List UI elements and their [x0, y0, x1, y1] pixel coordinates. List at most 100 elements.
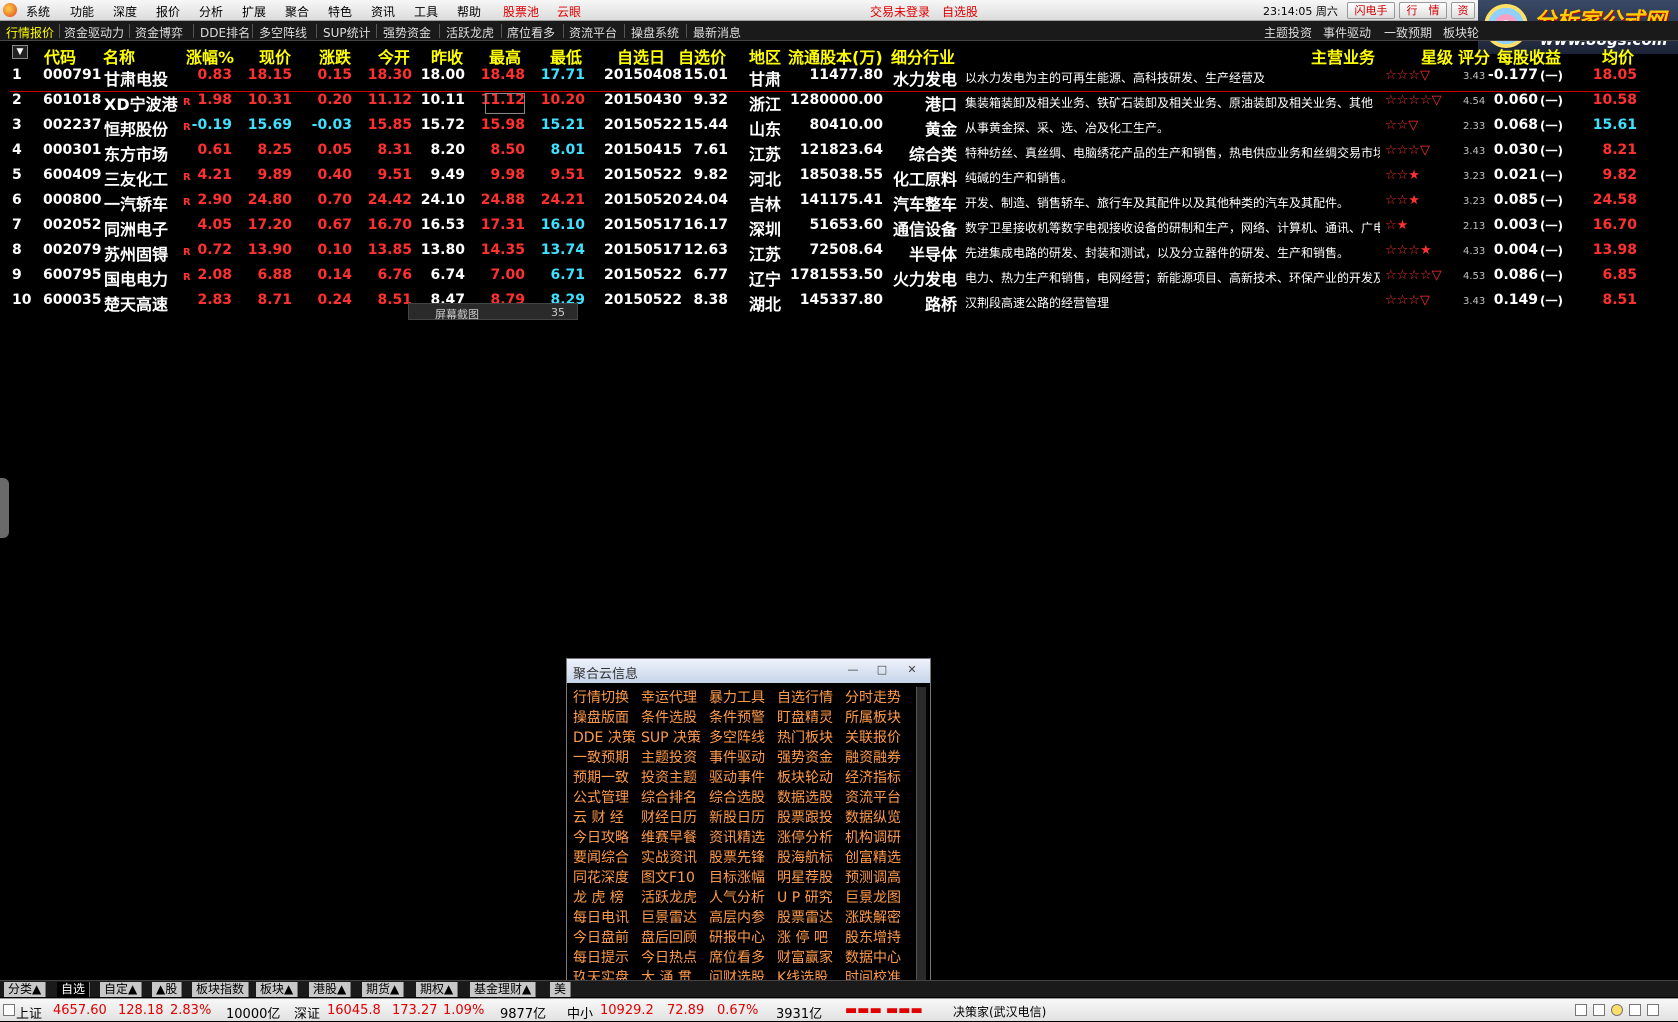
col-region[interactable]: 地区 — [749, 44, 781, 68]
popup-scrollbar[interactable] — [916, 687, 926, 987]
popup-item[interactable]: 今日盘前 — [573, 927, 629, 947]
popup-item[interactable]: 热门板块 — [777, 727, 833, 747]
popup-item[interactable]: 盯盘精灵 — [777, 707, 833, 727]
popup-item[interactable]: 多空阵线 — [709, 727, 765, 747]
login-status[interactable]: 交易未登录 — [870, 3, 930, 20]
btab-options[interactable]: 期权▲ — [416, 982, 459, 997]
popup-item[interactable]: 股票雷达 — [777, 907, 833, 927]
col-chg[interactable]: 涨跌 — [319, 44, 351, 68]
popup-item[interactable]: 股海航标 — [777, 847, 833, 867]
menu-aggregate[interactable]: 聚合 — [285, 3, 309, 20]
quote-button[interactable]: 行 情 — [1399, 2, 1447, 19]
popup-item[interactable]: 资流平台 — [845, 787, 901, 807]
popup-item[interactable]: 财经日历 — [641, 807, 697, 827]
popup-item[interactable]: 研报中心 — [709, 927, 765, 947]
popup-item[interactable]: 板块轮动 — [777, 767, 833, 787]
popup-item[interactable]: 条件选股 — [641, 707, 697, 727]
btab-sector-index[interactable]: 板块指数 — [192, 982, 250, 997]
btab-sector[interactable]: 板块▲ — [256, 982, 299, 997]
popup-item[interactable]: 关联报价 — [845, 727, 901, 747]
tab-consensus[interactable]: 一致预期 — [1384, 24, 1432, 41]
tab-quote[interactable]: 行情报价 — [6, 24, 54, 41]
col-sel-price[interactable]: 自选价 — [678, 44, 726, 68]
menu-tools[interactable]: 工具 — [414, 3, 438, 20]
col-code[interactable]: 代码 — [44, 44, 76, 68]
tab-fund-game[interactable]: 资金博弈 — [135, 24, 183, 41]
window-icon[interactable] — [1593, 1004, 1605, 1016]
tab-fund-flow[interactable]: 资流平台 — [569, 24, 617, 41]
tab-event-drive[interactable]: 事件驱动 — [1323, 24, 1371, 41]
col-name[interactable]: 名称 — [103, 44, 135, 68]
eps-trend-icon[interactable]: (一) — [1540, 92, 1563, 109]
col-avg[interactable]: 均价 — [1602, 44, 1634, 68]
asset-button[interactable]: 资 — [1451, 2, 1475, 19]
selected-cell[interactable] — [485, 93, 525, 114]
popup-item[interactable]: 同花深度 — [573, 867, 629, 887]
popup-item[interactable]: 融资融券 — [845, 747, 901, 767]
popup-item[interactable]: 股票先锋 — [709, 847, 765, 867]
popup-item[interactable]: 预期一致 — [573, 767, 629, 787]
watchlist-link[interactable]: 自选股 — [942, 3, 978, 20]
alert-icon[interactable] — [1611, 1004, 1623, 1016]
col-score[interactable]: 评分 — [1458, 44, 1490, 68]
col-float-shares[interactable]: 流通股本(万) — [788, 44, 883, 68]
flash-trade-button[interactable]: 闪电手 — [1347, 2, 1395, 19]
popup-item[interactable]: 活跃龙虎 — [641, 887, 697, 907]
popup-item[interactable]: 目标涨幅 — [709, 867, 765, 887]
btab-us[interactable]: 美 — [550, 982, 572, 997]
menu-extend[interactable]: 扩展 — [242, 3, 266, 20]
popup-item[interactable]: 维赛早餐 — [641, 827, 697, 847]
popup-item[interactable]: 一致预期 — [573, 747, 629, 767]
tab-strong-fund[interactable]: 强势资金 — [383, 24, 431, 41]
popup-titlebar[interactable]: 聚合云信息 — □ ✕ — [567, 659, 930, 683]
popup-item[interactable]: U P 研究 — [777, 887, 833, 907]
menu-feature[interactable]: 特色 — [328, 3, 352, 20]
popup-item[interactable]: 公式管理 — [573, 787, 629, 807]
col-industry[interactable]: 细分行业 — [891, 44, 955, 68]
popup-item[interactable]: 强势资金 — [777, 747, 833, 767]
popup-item[interactable]: 席位看多 — [709, 947, 765, 967]
column-dropdown-icon[interactable]: ▼ — [12, 45, 28, 59]
btab-a-share[interactable]: ▲股 — [152, 982, 183, 997]
popup-item[interactable]: SUP 决策 — [641, 727, 701, 747]
info-icon[interactable] — [1647, 1004, 1659, 1016]
popup-item[interactable]: 人气分析 — [709, 887, 765, 907]
tab-long-short[interactable]: 多空阵线 — [259, 24, 307, 41]
popup-item[interactable]: 每日提示 — [573, 947, 629, 967]
popup-item[interactable]: 暴力工具 — [709, 687, 765, 707]
menu-quote[interactable]: 报价 — [156, 3, 180, 20]
eps-trend-icon[interactable]: (一) — [1540, 267, 1563, 284]
col-low[interactable]: 最低 — [550, 44, 582, 68]
col-pct[interactable]: 涨幅% — [186, 44, 234, 68]
menu-cloud-eye[interactable]: 云眼 — [557, 3, 581, 20]
popup-item[interactable]: 图文F10 — [641, 867, 695, 887]
tab-dde-rank[interactable]: DDE排名 — [200, 24, 250, 41]
eps-trend-icon[interactable]: (一) — [1540, 217, 1563, 234]
eps-trend-icon[interactable]: (一) — [1540, 117, 1563, 134]
menu-depth[interactable]: 深度 — [113, 3, 137, 20]
signal-icon[interactable] — [1629, 1004, 1641, 1016]
popup-item[interactable]: 所属板块 — [845, 707, 901, 727]
popup-item[interactable]: 条件预警 — [709, 707, 765, 727]
col-high[interactable]: 最高 — [489, 44, 521, 68]
popup-item[interactable]: 今日攻略 — [573, 827, 629, 847]
popup-item[interactable]: 涨跌解密 — [845, 907, 901, 927]
popup-item[interactable]: DDE 决策 — [573, 727, 636, 747]
popup-item[interactable]: 云 财 经 — [573, 807, 624, 827]
popup-item[interactable]: 数据纵览 — [845, 807, 901, 827]
popup-item[interactable]: 数据中心 — [845, 947, 901, 967]
eps-trend-icon[interactable]: (一) — [1540, 242, 1563, 259]
eps-trend-icon[interactable]: (一) — [1540, 292, 1563, 309]
btab-watchlist[interactable]: 自选 — [57, 982, 91, 997]
popup-item[interactable]: 行情切换 — [573, 687, 629, 707]
tab-sup-stats[interactable]: SUP统计 — [323, 24, 371, 41]
popup-item[interactable]: 新股日历 — [709, 807, 765, 827]
popup-item[interactable]: 综合选股 — [709, 787, 765, 807]
btab-funds[interactable]: 基金理财▲ — [470, 982, 537, 997]
btab-category[interactable]: 分类▲ — [4, 982, 47, 997]
popup-item[interactable]: 投资主题 — [641, 767, 697, 787]
popup-item[interactable]: 数据选股 — [777, 787, 833, 807]
btab-hk[interactable]: 港股▲ — [309, 982, 352, 997]
popup-item[interactable]: 创富精选 — [845, 847, 901, 867]
layout-icon[interactable] — [1575, 1004, 1587, 1016]
